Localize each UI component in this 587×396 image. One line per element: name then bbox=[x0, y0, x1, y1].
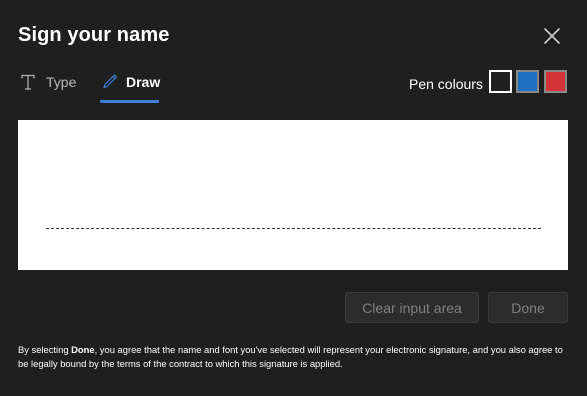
clear-input-area-button[interactable]: Clear input area bbox=[345, 292, 479, 323]
tab-type[interactable]: Type bbox=[18, 70, 80, 104]
pen-colour-blue-swatch[interactable] bbox=[516, 70, 539, 93]
text-type-icon bbox=[20, 73, 36, 91]
signature-drawing-canvas[interactable] bbox=[18, 120, 568, 270]
disclaimer-done-emphasis: Done bbox=[71, 344, 95, 355]
selected-tab-indicator bbox=[100, 100, 159, 103]
signature-baseline bbox=[46, 228, 541, 229]
close-icon bbox=[540, 24, 564, 48]
dialog-title: Sign your name bbox=[18, 24, 170, 46]
pen-colour-red-swatch[interactable] bbox=[544, 70, 567, 93]
sign-your-name-dialog: Sign your name Type Draw Pen colours Cle… bbox=[0, 0, 587, 396]
tab-draw-label: Draw bbox=[126, 74, 161, 90]
legal-disclaimer: By selecting Done, you agree that the na… bbox=[18, 343, 568, 371]
disclaimer-prefix: By selecting bbox=[18, 344, 72, 355]
close-button[interactable] bbox=[540, 24, 564, 48]
tab-type-label: Type bbox=[46, 74, 77, 90]
pen-colour-black-swatch[interactable] bbox=[489, 70, 512, 93]
disclaimer-suffix: , you agree that the name and font you'v… bbox=[18, 344, 563, 369]
pen-icon bbox=[102, 73, 118, 91]
tab-draw[interactable]: Draw bbox=[100, 70, 160, 104]
done-button[interactable]: Done bbox=[488, 292, 568, 323]
pen-colours-label: Pen colours bbox=[409, 76, 483, 92]
